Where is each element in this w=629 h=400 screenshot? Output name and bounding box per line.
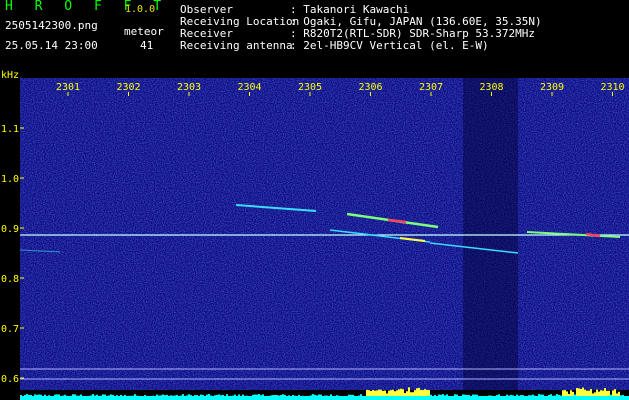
freq-tick-label: 0.8	[1, 274, 19, 285]
hrofft-window: H R O F F T 1.0.0 2505142300.png 25.05.1…	[0, 0, 629, 400]
histogram-baseline	[20, 396, 629, 400]
spectrogram: 2301 2302 2303 2304 2305 2306 2307 2308 2309 2310…	[1, 78, 629, 400]
app-version: 1.0.0	[125, 4, 156, 15]
freq-tick-label: 1.1	[1, 124, 19, 135]
meteor-label: meteor	[124, 25, 164, 38]
freq-tick-label: 1.0	[1, 174, 19, 185]
time-tick-label: 2305	[298, 82, 322, 93]
dark-band	[463, 78, 518, 390]
time-tick-label: 2306	[358, 82, 382, 93]
meteor-count: 41	[140, 39, 154, 52]
freq-tick-label: 0.7	[1, 324, 19, 335]
freq-tick-label: 0.6	[1, 374, 19, 385]
date-time: 25.05.14 23:00	[5, 39, 98, 52]
file-name: 2505142300.png	[5, 19, 98, 32]
noise-texture	[20, 78, 629, 390]
freq-tick-label: 0.9	[1, 224, 19, 235]
time-tick-label: 2309	[540, 82, 564, 93]
time-tick-label: 2303	[177, 82, 201, 93]
time-tick-label: 2302	[116, 82, 140, 93]
time-tick-label: 2307	[419, 82, 443, 93]
time-tick-label: 2304	[237, 82, 261, 93]
time-tick-label: 2301	[56, 82, 80, 93]
header-panel: H R O F F T 1.0.0 2505142300.png 25.05.1…	[0, 0, 629, 81]
time-tick-label: 2308	[479, 82, 503, 93]
antenna-value: : 2el-HB9CV Vertical (el. E-W)	[290, 39, 489, 52]
antenna-key: Receiving antenna	[180, 39, 293, 52]
time-tick-label: 2310	[600, 82, 624, 93]
